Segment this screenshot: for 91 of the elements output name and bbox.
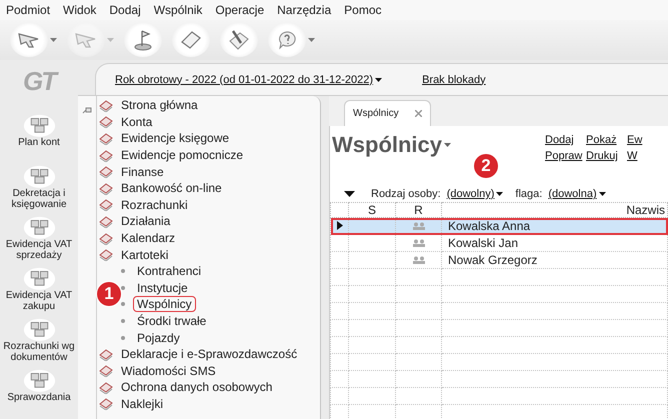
- row-pointer-icon: [337, 221, 343, 230]
- tree-item[interactable]: Ochrona danych osobowych: [117, 379, 276, 396]
- filter-dropdown[interactable]: (dowolna): [548, 188, 606, 200]
- tab[interactable]: Wspólnicy: [344, 100, 431, 126]
- menu-item[interactable]: Wspólnik: [154, 3, 202, 17]
- lock-link[interactable]: Brak blokady: [422, 74, 486, 86]
- book-icon: [99, 348, 113, 361]
- page-title[interactable]: Wspólnicy: [332, 132, 452, 158]
- tree-item[interactable]: Kartoteki: [117, 246, 172, 263]
- arrow-icon: [18, 32, 40, 48]
- tree-item[interactable]: Naklejki: [117, 396, 168, 412]
- tree-item[interactable]: Wiadomości SMS: [117, 362, 220, 379]
- menu-item[interactable]: Operacje: [215, 3, 264, 17]
- bullet-icon: [121, 319, 125, 324]
- step-badge: 2: [474, 154, 498, 178]
- pin-icon[interactable]: [82, 106, 92, 114]
- table-row[interactable]: Kowalska Anna: [330, 218, 668, 234]
- people-icon: [412, 239, 426, 247]
- tree-item[interactable]: Kalendarz: [117, 230, 180, 246]
- sidebar-button[interactable]: Dekretacja i księgowanie: [0, 162, 78, 213]
- tree-item[interactable]: Strona główna: [117, 97, 202, 114]
- action-link[interactable]: W: [627, 150, 668, 162]
- caret-icon: [375, 78, 382, 82]
- caret-icon[interactable]: [308, 38, 315, 42]
- book-icon: [99, 214, 113, 228]
- action-link[interactable]: Pokaż: [586, 134, 627, 146]
- menu-item[interactable]: Widok: [63, 3, 96, 17]
- tree-item[interactable]: Środki trwałe: [133, 313, 210, 330]
- brush-icon: [228, 29, 250, 51]
- tree-item[interactable]: Deklaracje i e-Sprawozdawczość: [117, 346, 302, 362]
- sidebar-button[interactable]: Ewidencja VAT zakupu: [0, 264, 78, 315]
- tree-item[interactable]: Pojazdy: [133, 330, 184, 346]
- person-name: Nowak Grzegorz: [448, 253, 538, 267]
- bullet-icon: [121, 302, 125, 306]
- book-icon: [99, 397, 113, 410]
- book-icon: [99, 148, 113, 162]
- step-badge: 1: [97, 282, 121, 306]
- logo: GT: [22, 66, 56, 97]
- flag-icon: [134, 29, 152, 51]
- help-icon: [277, 30, 297, 50]
- action-link[interactable]: Drukuj: [586, 150, 627, 162]
- tree-item[interactable]: Kontrahenci: [133, 263, 206, 280]
- tree-item[interactable]: Bankowość on-line: [117, 180, 226, 196]
- tree-item[interactable]: Wspólnicy: [133, 296, 196, 312]
- collapse-icon[interactable]: [344, 191, 355, 197]
- caret-icon: [444, 143, 452, 147]
- menu-item[interactable]: Podmiot: [6, 3, 50, 17]
- book-icon: [99, 115, 113, 128]
- sidebar-button[interactable]: Plan kont: [0, 111, 78, 162]
- book-icon: [99, 364, 113, 378]
- tree-item[interactable]: Instytucje: [133, 280, 192, 296]
- people-icon: [412, 256, 426, 264]
- page-icon: [180, 30, 202, 50]
- book-icon: [99, 198, 113, 212]
- tree-item[interactable]: Ewidencje pomocnicze: [117, 147, 248, 164]
- book-icon: [99, 248, 113, 262]
- bullet-icon: [121, 336, 125, 340]
- action-link[interactable]: Ew: [627, 134, 668, 146]
- caret-icon: [496, 192, 504, 196]
- filter-label: flaga:: [515, 188, 542, 200]
- filter-dropdown[interactable]: (dowolny): [446, 188, 504, 200]
- book-icon: [99, 182, 113, 195]
- book-icon: [99, 380, 113, 394]
- caret-icon: [598, 192, 606, 196]
- bullet-icon: [121, 269, 125, 274]
- sidebar-button[interactable]: Rozrachunki wg dokumentów: [0, 315, 78, 366]
- tree-item[interactable]: Działania: [117, 213, 174, 230]
- menu-item[interactable]: Narzędzia: [277, 3, 332, 17]
- sidebar-button[interactable]: Sprawozdania: [0, 366, 78, 417]
- book-icon: [99, 165, 113, 178]
- tree-item[interactable]: Konta: [117, 114, 156, 130]
- caret-icon[interactable]: [50, 38, 57, 42]
- people-icon: [412, 222, 426, 230]
- sidebar-button[interactable]: Ewidencja VAT sprzedaży: [0, 213, 78, 264]
- book-icon: [99, 232, 113, 245]
- action-link[interactable]: Dodaj: [545, 134, 586, 146]
- menu-item[interactable]: Pomoc: [344, 3, 382, 17]
- action-link[interactable]: Popraw: [545, 150, 586, 162]
- person-name: Kowalski Jan: [448, 236, 518, 250]
- book-icon: [99, 98, 113, 112]
- menu-item[interactable]: Dodaj: [109, 3, 141, 17]
- period-link[interactable]: Rok obrotowy - 2022 (od 01-01-2022 do 31-12-2022): [115, 74, 382, 86]
- filter-label: Rodzaj osoby:: [371, 188, 441, 200]
- book-icon: [99, 132, 113, 145]
- tree-item[interactable]: Rozrachunki: [117, 196, 192, 213]
- close-icon[interactable]: [414, 110, 422, 117]
- bullet-icon: [121, 286, 125, 290]
- tree-item[interactable]: Ewidencje księgowe: [117, 130, 234, 146]
- arrow-icon: [75, 32, 97, 48]
- person-name: Kowalska Anna: [448, 219, 530, 233]
- tree-item[interactable]: Finanse: [117, 164, 168, 180]
